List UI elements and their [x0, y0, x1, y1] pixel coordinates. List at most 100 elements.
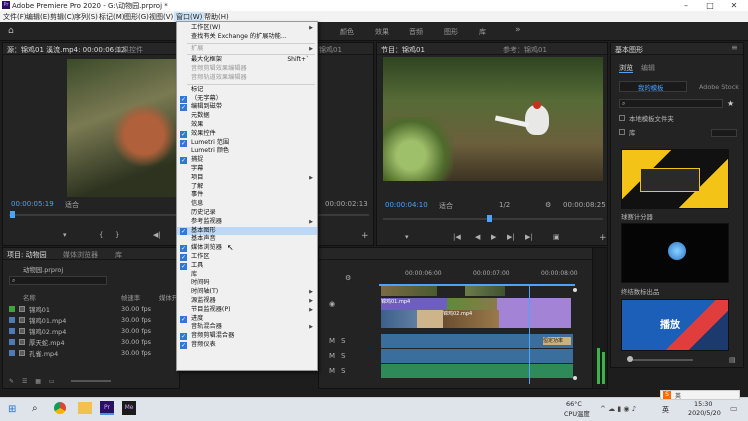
- play-icon[interactable]: ▶: [491, 233, 496, 241]
- step-back-program-icon[interactable]: ◀: [475, 233, 480, 241]
- graphics-zoom-knob[interactable]: [627, 356, 633, 362]
- column-name[interactable]: 名称: [23, 293, 36, 302]
- window-menu-item[interactable]: 最大化框架 Shift+`: [177, 56, 317, 65]
- menu-view[interactable]: 视图(V): [149, 12, 173, 22]
- window-menu-item[interactable]: ✓ 工作区: [177, 253, 317, 262]
- project-item-row[interactable]: 孔雀.mp4 30.00 fps: [3, 349, 181, 358]
- clip-v2-thumb[interactable]: [447, 298, 497, 310]
- window-menu-item[interactable]: 音轨混合器 ▶: [177, 323, 317, 332]
- clip-v1-a[interactable]: [381, 310, 417, 328]
- write-protect-icon[interactable]: ✎: [9, 378, 14, 385]
- tab-program[interactable]: 节目：锦鸡01: [381, 45, 425, 55]
- clip-v3-a[interactable]: [381, 286, 437, 296]
- source-fit-dropdown[interactable]: 适合: [65, 200, 79, 210]
- project-item-row[interactable]: 锦鸡02.mp4 30.00 fps: [3, 327, 181, 336]
- tab-media-browser[interactable]: 媒体浏览器: [63, 250, 98, 260]
- eye-icon-v2[interactable]: ◉: [329, 300, 335, 308]
- window-menu-item[interactable]: 效果: [177, 121, 317, 130]
- window-menu-item[interactable]: ✓ 编辑到磁带: [177, 103, 317, 112]
- window-menu-item[interactable]: 时间码: [177, 279, 317, 288]
- window-menu-item[interactable]: 基本声音: [177, 235, 317, 244]
- notification-icon[interactable]: ▭: [730, 404, 738, 413]
- scroll-handle-top[interactable]: [573, 288, 577, 292]
- program-timecode-in[interactable]: 00:00:04:10: [385, 201, 428, 209]
- item-color-label[interactable]: [9, 317, 15, 323]
- clock-time[interactable]: 15:30: [694, 400, 712, 408]
- wrench-timeline-icon[interactable]: ⚙: [345, 274, 351, 282]
- workspace-color[interactable]: 颜色: [340, 27, 354, 37]
- clip-v1-purple[interactable]: [499, 310, 571, 328]
- local-templates-checkbox[interactable]: [619, 115, 625, 121]
- window-menu-item[interactable]: 查找有关 Exchange 的扩展功能...: [177, 33, 317, 42]
- close-icon[interactable]: ✕: [724, 0, 744, 11]
- mute-m-a2[interactable]: M: [329, 352, 335, 360]
- list-view-icon[interactable]: ☰: [22, 378, 27, 385]
- home-icon[interactable]: ⌂: [8, 26, 18, 36]
- window-menu-item[interactable]: ✓ 效果控件: [177, 130, 317, 139]
- window-menu-item[interactable]: 元数据: [177, 112, 317, 121]
- graphics-zoom-slider[interactable]: [629, 359, 693, 361]
- tab-project[interactable]: 项目: 动物园: [7, 250, 47, 260]
- clip-v2-purple[interactable]: [497, 298, 571, 310]
- wrench-icon[interactable]: ⚙: [545, 201, 551, 209]
- freeform-view-icon[interactable]: ▭: [49, 378, 55, 385]
- search-taskbar-icon[interactable]: ⌕: [32, 403, 38, 414]
- mark-out-bracket-icon[interactable]: }: [115, 231, 119, 239]
- ime-toolbar[interactable]: S 英: [660, 390, 740, 400]
- zoom-slider[interactable]: [71, 380, 111, 382]
- clip-v1-b[interactable]: [417, 310, 443, 328]
- clip-v3-b[interactable]: [465, 286, 505, 296]
- menu-graphics[interactable]: 图形(G): [124, 12, 149, 22]
- menu-sequence[interactable]: 序列(S): [74, 12, 98, 22]
- track-a3[interactable]: [381, 364, 573, 378]
- library-checkbox[interactable]: [619, 129, 625, 135]
- template-thumb-scoreboard[interactable]: [621, 149, 729, 209]
- workspace-audio[interactable]: 音频: [409, 27, 423, 37]
- solo-s-a3[interactable]: S: [341, 367, 345, 375]
- menu-file[interactable]: 文件(F): [3, 12, 27, 22]
- menu-marker[interactable]: 标记(M): [99, 12, 125, 22]
- program-playhead[interactable]: [487, 215, 492, 222]
- template-thumb-logo[interactable]: [621, 223, 729, 283]
- ime-indicator[interactable]: 英: [662, 405, 669, 415]
- window-menu-item[interactable]: 信息: [177, 200, 317, 209]
- premiere-taskbar-icon[interactable]: Pr: [100, 401, 114, 415]
- track-a1[interactable]: 恒定功率: [381, 334, 573, 348]
- solo-s-a1[interactable]: S: [341, 337, 345, 345]
- track-a2[interactable]: [381, 349, 573, 363]
- window-menu-item[interactable]: 时间轴(T) ▶: [177, 288, 317, 297]
- library-dropdown[interactable]: [711, 129, 737, 137]
- clock-date[interactable]: 2020/5/20: [688, 409, 721, 417]
- export-frame-icon[interactable]: ▣: [553, 233, 560, 241]
- my-templates-button[interactable]: 我的模板: [619, 81, 687, 92]
- window-menu-item[interactable]: 节目监视器(P) ▶: [177, 306, 317, 315]
- solo-s-a2[interactable]: S: [341, 352, 345, 360]
- column-fps[interactable]: 帧速率: [121, 293, 140, 302]
- clip-v1-c[interactable]: 锦鸡02.mp4: [443, 310, 499, 328]
- ime-mode-label[interactable]: 英: [675, 391, 681, 400]
- source-timecode-in[interactable]: 00:00:05:19: [11, 200, 54, 208]
- window-menu-item[interactable]: ✓ 音频剪辑混合器: [177, 332, 317, 341]
- step-forward-icon[interactable]: ▶|: [507, 233, 515, 241]
- mark-in-icon[interactable]: ▾: [63, 231, 67, 239]
- tab-effect-controls[interactable]: 效果控件: [115, 45, 143, 55]
- workspace-effects[interactable]: 效果: [375, 27, 389, 37]
- item-color-label[interactable]: [9, 350, 15, 356]
- graphics-panel-title[interactable]: 基本图形: [615, 45, 643, 55]
- mark-in-bracket-icon[interactable]: {: [99, 231, 103, 239]
- item-color-label[interactable]: [9, 306, 15, 312]
- mute-m-a3[interactable]: M: [329, 367, 335, 375]
- window-menu-item[interactable]: 事件: [177, 191, 317, 200]
- source-playhead[interactable]: [10, 211, 15, 218]
- window-menu-item[interactable]: 工作区(W) ▶: [177, 24, 317, 33]
- star-icon[interactable]: ★: [727, 99, 734, 108]
- maximize-icon[interactable]: □: [700, 0, 720, 11]
- panel-menu-icon[interactable]: ≡: [731, 43, 738, 52]
- program-resolution-dropdown[interactable]: 1/2: [499, 201, 510, 209]
- window-menu-item[interactable]: 参考监视器 ▶: [177, 218, 317, 227]
- window-menu-item[interactable]: 标记: [177, 86, 317, 95]
- go-to-out-icon[interactable]: ▶|: [525, 233, 533, 241]
- icon-view-icon[interactable]: ▦: [35, 378, 41, 385]
- source-add-button-icon[interactable]: +: [361, 231, 369, 241]
- chrome-icon[interactable]: [54, 402, 66, 414]
